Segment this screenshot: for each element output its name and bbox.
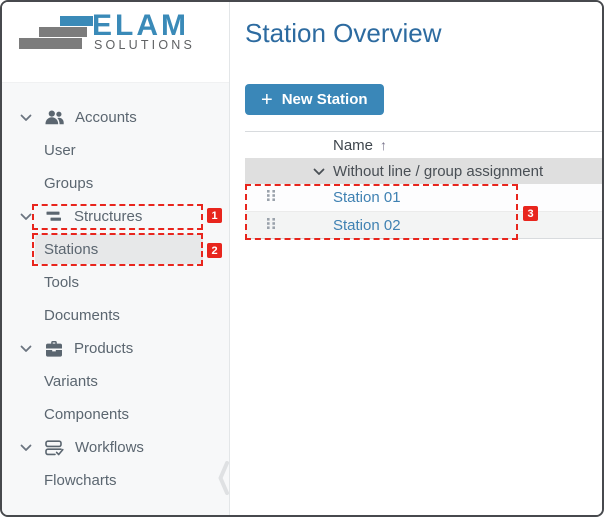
station-link[interactable]: Station 02 (333, 217, 401, 234)
table-row: Station 01 (245, 184, 602, 211)
sidebar-item-label: Structures (74, 208, 143, 225)
table-row: Station 02 (245, 211, 602, 238)
logo-bar-blue (60, 16, 93, 26)
group-row-toggle-cell (245, 163, 333, 180)
workflow-stack-icon (45, 439, 64, 456)
sort-asc-icon[interactable]: ↑ (380, 137, 387, 153)
sidebar-item-flowcharts[interactable]: Flowcharts (2, 464, 229, 497)
sidebar-item-structures[interactable]: Structures (2, 200, 229, 233)
row-handle-cell (245, 217, 333, 234)
chevron-down-icon[interactable] (313, 163, 325, 180)
group-row-label: Without line / group assignment (333, 162, 544, 180)
briefcase-icon (45, 340, 63, 357)
sidebar-item-label: Documents (44, 307, 120, 324)
group-row[interactable]: Without line / group assignment (245, 158, 602, 184)
sidebar-collapse-icon[interactable] (218, 461, 229, 495)
sidebar-item-label: Tools (44, 274, 80, 291)
chevron-down-icon[interactable] (20, 345, 32, 353)
sidebar-item-tools[interactable]: Tools (2, 266, 229, 299)
plus-icon: + (261, 88, 273, 111)
page-title: Station Overview (245, 18, 442, 48)
column-header-name[interactable]: Name (333, 137, 373, 154)
main-content: Station Overview + New Station Name ↑ Wi… (231, 2, 602, 515)
sidebar-item-label: Flowcharts (44, 472, 117, 489)
sidebar-item-stations[interactable]: Stations (35, 234, 203, 264)
sidebar-item-label: Products (74, 340, 134, 357)
elam-logo: ELAM SOLUTIONS (2, 2, 229, 83)
sidebar-item-user[interactable]: User (2, 134, 229, 167)
sidebar: ELAM SOLUTIONS Accounts User Groups Stru… (2, 2, 230, 515)
app-window: ELAM SOLUTIONS Accounts User Groups Stru… (0, 0, 604, 517)
sidebar-item-variants[interactable]: Variants (2, 365, 229, 398)
sidebar-menu: Accounts User Groups Structures Stations… (2, 83, 229, 497)
logo-bar-gray-low (19, 38, 82, 49)
stations-table: Name ↑ Without line / group assignment S… (245, 131, 602, 239)
chevron-down-icon[interactable] (20, 213, 32, 221)
chevron-down-icon[interactable] (20, 444, 32, 452)
drag-handle-icon[interactable] (266, 189, 277, 206)
sidebar-item-label: User (44, 142, 76, 159)
new-station-button-label: New Station (281, 91, 368, 108)
logo-bar-gray-mid (39, 27, 87, 37)
row-handle-cell (245, 189, 333, 206)
chevron-down-icon[interactable] (20, 114, 32, 122)
sidebar-item-label: Groups (44, 175, 94, 192)
drag-handle-icon[interactable] (266, 217, 277, 234)
table-header-row: Name ↑ (245, 132, 602, 158)
sidebar-item-documents[interactable]: Documents (2, 299, 229, 332)
station-link[interactable]: Station 01 (333, 189, 401, 206)
sidebar-item-label: Components (44, 406, 130, 423)
sidebar-item-label: Accounts (75, 109, 137, 126)
sidebar-item-components[interactable]: Components (2, 398, 229, 431)
sidebar-item-accounts[interactable]: Accounts (2, 101, 229, 134)
sidebar-item-label: Stations (44, 240, 99, 258)
users-icon (45, 110, 64, 125)
sidebar-item-workflows[interactable]: Workflows (2, 431, 229, 464)
sidebar-item-label: Variants (44, 373, 98, 390)
new-station-button[interactable]: + New Station (245, 84, 384, 115)
hierarchy-bars-icon (45, 209, 63, 224)
brand-name: ELAM (92, 9, 189, 42)
sidebar-item-groups[interactable]: Groups (2, 167, 229, 200)
sidebar-item-label: Workflows (75, 439, 144, 456)
brand-subtitle: SOLUTIONS (94, 38, 196, 52)
sidebar-item-products[interactable]: Products (2, 332, 229, 365)
